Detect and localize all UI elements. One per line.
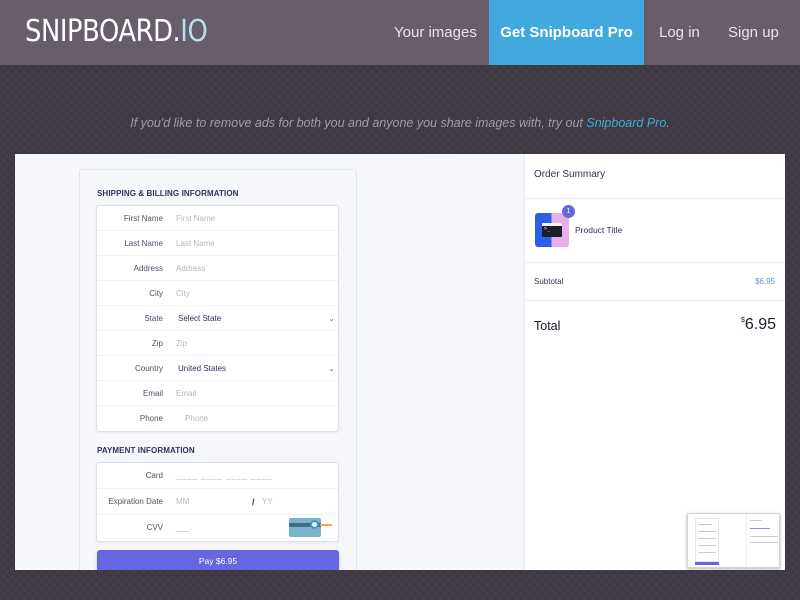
phone-input[interactable]: Phone: [185, 406, 208, 431]
chevron-down-icon: ⌄: [328, 364, 335, 373]
pay-button[interactable]: Pay $6.95: [97, 550, 339, 570]
minimap-summary: [746, 514, 779, 567]
minimap-line: [698, 538, 716, 539]
total-amount: 6.95: [744, 316, 776, 333]
state-row[interactable]: State Select State ⌄: [97, 306, 338, 331]
expiration-month-input[interactable]: MM: [176, 489, 189, 515]
address-row[interactable]: Address Address: [97, 256, 338, 281]
credit-card-back-icon: [289, 518, 332, 537]
card-row[interactable]: Card ____ ____ ____ ____: [97, 463, 338, 489]
minimap-form: [695, 518, 719, 562]
subtotal-value: $6.95: [754, 277, 775, 286]
country-row[interactable]: Country United States ⌄: [97, 356, 338, 381]
order-summary-panel: Order Summary >_ Product Title Subtotal …: [524, 154, 785, 570]
nav-your-images-link[interactable]: Your images: [394, 0, 477, 65]
shared-screenshot-image: SHIPPING & BILLING INFORMATION First Nam…: [15, 154, 785, 570]
first-name-row[interactable]: First Name First Name: [97, 206, 338, 231]
minimap-line: [750, 542, 778, 543]
address-input[interactable]: Address: [176, 256, 205, 281]
payment-information-title: PAYMENT INFORMATION: [97, 446, 195, 455]
remove-ads-banner: If you'd like to remove ads for both you…: [0, 116, 800, 130]
zip-input[interactable]: Zip: [176, 331, 187, 356]
cvv-label: CVV: [146, 523, 163, 532]
screenshot-minimap-thumbnail[interactable]: [687, 513, 780, 568]
minimap-line: [750, 528, 770, 529]
city-input[interactable]: City: [176, 281, 190, 306]
country-select[interactable]: United States: [178, 356, 226, 381]
summary-divider: [525, 198, 785, 199]
logo-accent-text: IO: [180, 14, 208, 49]
shipping-billing-title: SHIPPING & BILLING INFORMATION: [97, 189, 239, 198]
banner-text: If you'd like to remove ads for both you…: [130, 116, 587, 130]
minimap-line: [750, 536, 778, 537]
minimap-line: [698, 531, 716, 532]
card-label: Card: [145, 471, 163, 480]
card-number-input[interactable]: ____ ____ ____ ____: [176, 463, 273, 489]
address-label: Address: [133, 264, 163, 273]
email-row[interactable]: Email Email: [97, 381, 338, 406]
snipboard-pro-link[interactable]: Snipboard Pro: [586, 116, 666, 130]
last-name-row[interactable]: Last Name Last Name: [97, 231, 338, 256]
summary-divider: [525, 262, 785, 263]
first-name-label: First Name: [123, 214, 163, 223]
subtotal-label: Subtotal: [534, 277, 564, 286]
minimap-line: [698, 552, 716, 553]
quantity-badge: 1: [562, 205, 575, 218]
city-label: City: [149, 289, 163, 298]
last-name-label: Last Name: [124, 239, 163, 248]
last-name-input[interactable]: Last Name: [176, 231, 215, 256]
expiration-separator: /: [252, 497, 255, 507]
product-title: Product Title: [575, 225, 623, 235]
expiration-row[interactable]: Expiration Date MM / YY: [97, 489, 338, 515]
minimap-line: [750, 520, 762, 521]
state-select[interactable]: Select State: [178, 306, 221, 331]
state-label: State: [144, 314, 163, 323]
first-name-input[interactable]: First Name: [176, 206, 215, 231]
minimap-line: [698, 545, 716, 546]
logo-main-text: SNIPBOARD.: [25, 14, 181, 49]
email-label: Email: [142, 389, 163, 398]
summary-divider: [525, 300, 785, 301]
expiration-year-input[interactable]: YY: [262, 489, 273, 515]
snipboard-logo[interactable]: SNIPBOARD.IO: [25, 14, 208, 49]
banner-period: .: [666, 116, 670, 130]
city-row[interactable]: City City: [97, 281, 338, 306]
shipping-fieldset: First Name First Name Last Name Last Nam…: [96, 205, 339, 432]
terminal-window-icon: >_: [535, 213, 569, 247]
total-label: Total: [534, 319, 561, 333]
country-label: Country: [134, 364, 163, 373]
cvv-pointer: [320, 524, 332, 526]
zip-label: Zip: [151, 339, 163, 348]
zip-row[interactable]: Zip Zip: [97, 331, 338, 356]
phone-label: Phone: [139, 414, 163, 423]
minimap-pay-button: [695, 562, 719, 565]
minimap-line: [698, 524, 712, 525]
phone-row[interactable]: Phone Phone: [97, 406, 338, 431]
expiration-label: Expiration Date: [108, 497, 163, 506]
payment-fieldset: Card ____ ____ ____ ____ Expiration Date…: [96, 462, 339, 542]
terminal-prompt-glyph: >_: [544, 226, 551, 232]
total-value: $6.95: [741, 316, 776, 334]
cvv-highlight-ring: [310, 520, 319, 529]
chevron-down-icon: ⌄: [328, 314, 335, 323]
total-currency: $: [740, 317, 745, 324]
nav-login-link[interactable]: Log in: [659, 0, 700, 65]
order-summary-title: Order Summary: [534, 169, 606, 180]
cvv-input[interactable]: ___: [176, 515, 189, 541]
nav-get-pro-button[interactable]: Get Snipboard Pro: [489, 0, 644, 65]
email-input[interactable]: Email: [176, 381, 196, 406]
top-navigation-bar: SNIPBOARD.IO Your images Get Snipboard P…: [0, 0, 800, 65]
cvv-row[interactable]: CVV ___: [97, 515, 338, 541]
nav-signup-link[interactable]: Sign up: [728, 0, 779, 65]
terminal-screen: >_: [542, 223, 562, 237]
